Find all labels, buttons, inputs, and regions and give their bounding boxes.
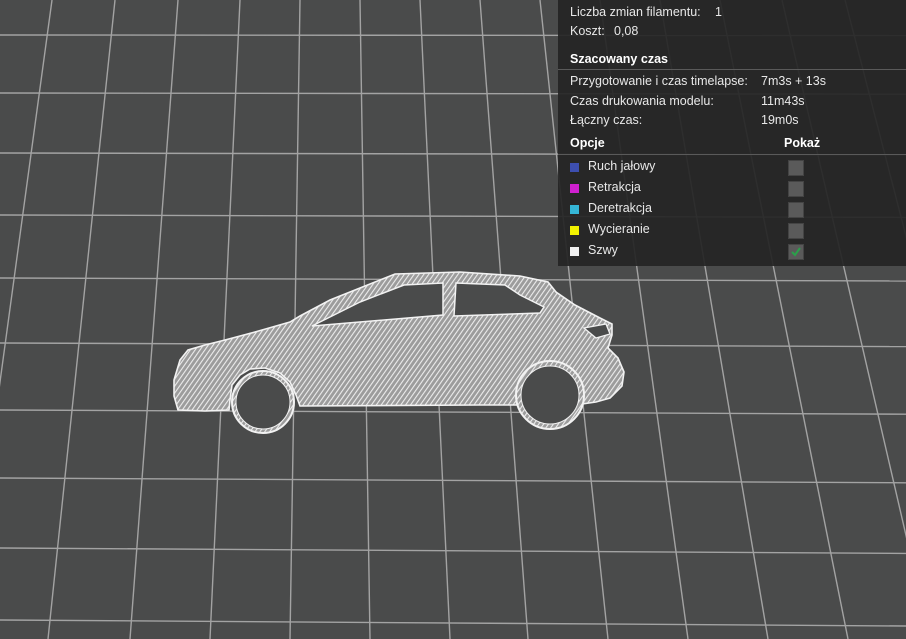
- front-wheel-inner: [520, 365, 580, 425]
- show-checkbox[interactable]: [788, 244, 804, 260]
- options-header: Opcje: [570, 136, 605, 150]
- show-checkbox[interactable]: [788, 181, 804, 197]
- rear-wheel-inner: [235, 374, 291, 430]
- filament-changes-value: 1: [715, 5, 722, 19]
- show-checkbox[interactable]: [788, 160, 804, 176]
- legend-panel: Liczba zmian filamentu: 1 Koszt: 0,08 Sz…: [558, 0, 906, 266]
- show-header: Pokaż: [784, 136, 821, 150]
- option-label: Deretrakcja: [588, 201, 652, 215]
- model-time-value: 11m43s: [761, 94, 805, 108]
- total-time-label: Łączny czas:: [570, 113, 643, 127]
- cost-label: Koszt:: [570, 24, 605, 38]
- prep-time-value: 7m3s + 13s: [761, 74, 826, 88]
- checkmark-icon: [791, 247, 801, 257]
- color-swatch: [570, 163, 579, 172]
- total-time-value: 19m0s: [761, 113, 799, 127]
- color-swatch: [570, 247, 579, 256]
- divider: [558, 154, 906, 155]
- option-label: Ruch jałowy: [588, 159, 656, 173]
- option-label: Szwy: [588, 243, 618, 257]
- show-checkbox[interactable]: [788, 202, 804, 218]
- show-checkbox[interactable]: [788, 223, 804, 239]
- filament-changes-label: Liczba zmian filamentu:: [570, 5, 701, 19]
- time-header: Szacowany czas: [570, 52, 668, 66]
- divider: [558, 69, 906, 70]
- prep-time-label: Przygotowanie i czas timelapse:: [570, 74, 748, 88]
- option-label: Retrakcja: [588, 180, 641, 194]
- cost-value: 0,08: [614, 24, 639, 38]
- color-swatch: [570, 205, 579, 214]
- option-label: Wycieranie: [588, 222, 650, 236]
- color-swatch: [570, 184, 579, 193]
- color-swatch: [570, 226, 579, 235]
- model-time-label: Czas drukowania modelu:: [570, 94, 714, 108]
